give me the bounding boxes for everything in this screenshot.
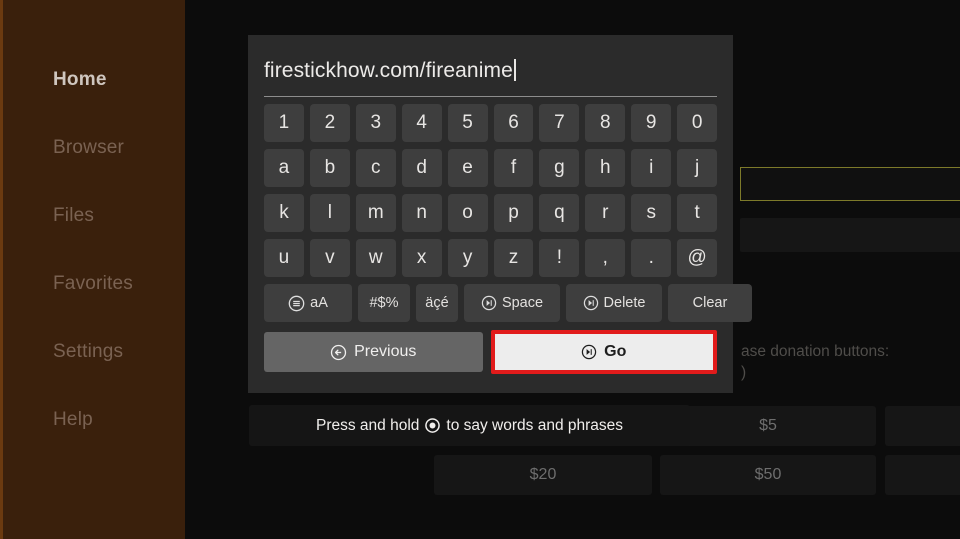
back-circle-icon	[330, 344, 347, 361]
key-u[interactable]: u	[264, 239, 304, 277]
key-clear[interactable]: Clear	[668, 284, 752, 322]
key-o[interactable]: o	[447, 194, 488, 232]
key-j[interactable]: j	[677, 149, 718, 187]
key-0[interactable]: 0	[677, 104, 718, 142]
key-9[interactable]: 9	[631, 104, 672, 142]
key-period[interactable]: .	[631, 239, 672, 277]
keyboard-row-digits: 1 2 3 4 5 6 7 8 9 0	[264, 104, 718, 142]
sidebar-item-label: Home	[53, 69, 107, 90]
sidebar-item-label: Help	[53, 409, 93, 430]
sidebar-item-label: Favorites	[53, 273, 133, 294]
key-case-toggle[interactable]: aA	[264, 284, 352, 322]
donate-button-50[interactable]: $50	[660, 455, 876, 495]
sidebar-item-label: Files	[53, 205, 95, 226]
key-5[interactable]: 5	[447, 104, 488, 142]
key-x[interactable]: x	[401, 239, 442, 277]
key-b[interactable]: b	[309, 149, 350, 187]
key-delete-label: Delete	[603, 295, 646, 311]
key-a[interactable]: a	[264, 149, 304, 187]
sidebar: Home Browser Files Favorites Settings Help	[0, 0, 185, 539]
key-k[interactable]: k	[264, 194, 304, 232]
donate-button-100[interactable]: $100	[885, 455, 960, 495]
key-d[interactable]: d	[401, 149, 442, 187]
key-r[interactable]: r	[585, 194, 626, 232]
key-delete[interactable]: Delete	[566, 284, 662, 322]
voice-hint-bar: Press and hold to say words and phrases	[249, 405, 690, 446]
key-accents[interactable]: äçé	[416, 284, 458, 322]
donate-button-5[interactable]: $5	[660, 406, 876, 446]
key-z[interactable]: z	[493, 239, 534, 277]
sidebar-item-files[interactable]: Files	[3, 182, 185, 250]
key-at[interactable]: @	[677, 239, 718, 277]
key-w[interactable]: w	[355, 239, 396, 277]
key-2[interactable]: 2	[309, 104, 350, 142]
play-pause-circle-icon	[481, 295, 497, 311]
sidebar-item-browser[interactable]: Browser	[3, 114, 185, 182]
key-space-label: Space	[501, 295, 544, 311]
key-4[interactable]: 4	[401, 104, 442, 142]
on-screen-keyboard-dialog: firestickhow.com/fireanime 1 2 3 4 5 6 7…	[248, 35, 752, 393]
previous-button-label: Previous	[354, 343, 417, 360]
keyboard-action-row: Previous Go	[264, 330, 717, 374]
keyboard-function-row: aA #$% äçé Space Delete Clear	[264, 284, 752, 322]
key-m[interactable]: m	[355, 194, 396, 232]
sidebar-item-help[interactable]: Help	[3, 386, 185, 454]
key-t[interactable]: t	[677, 194, 718, 232]
key-8[interactable]: 8	[585, 104, 626, 142]
play-pause-circle-icon	[583, 295, 599, 311]
keyboard-row-k-t: k l m n o p q r s t	[264, 194, 718, 232]
key-h[interactable]: h	[585, 149, 626, 187]
key-y[interactable]: y	[447, 239, 488, 277]
voice-hint-text-before: Press and hold	[315, 416, 420, 434]
key-symbols[interactable]: #$%	[358, 284, 410, 322]
voice-hint-text-after: to say words and phrases	[446, 416, 624, 434]
keyboard-row-a-j: a b c d e f g h i j	[264, 149, 718, 187]
key-exclamation[interactable]: !	[539, 239, 580, 277]
key-s[interactable]: s	[631, 194, 672, 232]
go-button-label: Go	[604, 343, 627, 360]
key-6[interactable]: 6	[493, 104, 534, 142]
go-button[interactable]: Go	[494, 334, 713, 370]
background-url-field[interactable]	[740, 167, 960, 201]
url-input-text: firestickhow.com/fireanime	[264, 59, 513, 82]
sidebar-item-favorites[interactable]: Favorites	[3, 250, 185, 318]
sidebar-item-settings[interactable]: Settings	[3, 318, 185, 386]
previous-button[interactable]: Previous	[264, 332, 483, 372]
input-underline	[264, 96, 717, 97]
key-l[interactable]: l	[309, 194, 350, 232]
key-3[interactable]: 3	[355, 104, 396, 142]
sidebar-item-home[interactable]: Home	[3, 46, 185, 114]
donate-button-20[interactable]: $20	[434, 455, 652, 495]
key-comma[interactable]: ,	[585, 239, 626, 277]
key-g[interactable]: g	[539, 149, 580, 187]
background-secondary-field[interactable]	[740, 218, 960, 252]
key-1[interactable]: 1	[264, 104, 304, 142]
play-pause-circle-icon	[581, 344, 597, 360]
text-caret	[513, 59, 516, 81]
key-c[interactable]: c	[355, 149, 396, 187]
key-n[interactable]: n	[401, 194, 442, 232]
sidebar-item-label: Browser	[53, 137, 125, 158]
key-e[interactable]: e	[447, 149, 488, 187]
donate-button-10[interactable]: $10	[885, 406, 960, 446]
key-q[interactable]: q	[539, 194, 580, 232]
key-f[interactable]: f	[493, 149, 534, 187]
keyboard-row-u-at: u v w x y z ! , . @	[264, 239, 718, 277]
key-i[interactable]: i	[631, 149, 672, 187]
sidebar-item-label: Settings	[53, 341, 124, 362]
key-v[interactable]: v	[309, 239, 350, 277]
key-case-toggle-label: aA	[310, 295, 328, 311]
url-input-row[interactable]: firestickhow.com/fireanime	[264, 35, 717, 97]
key-space[interactable]: Space	[464, 284, 560, 322]
donation-description: ase donation buttons: )	[741, 343, 890, 381]
tv-screen: Home Browser Files Favorites Settings Help as…	[0, 0, 960, 539]
menu-circle-icon	[288, 295, 305, 312]
voice-circle-icon	[425, 418, 441, 433]
key-p[interactable]: p	[493, 194, 534, 232]
go-button-focus-ring: Go	[490, 330, 717, 374]
key-7[interactable]: 7	[539, 104, 580, 142]
